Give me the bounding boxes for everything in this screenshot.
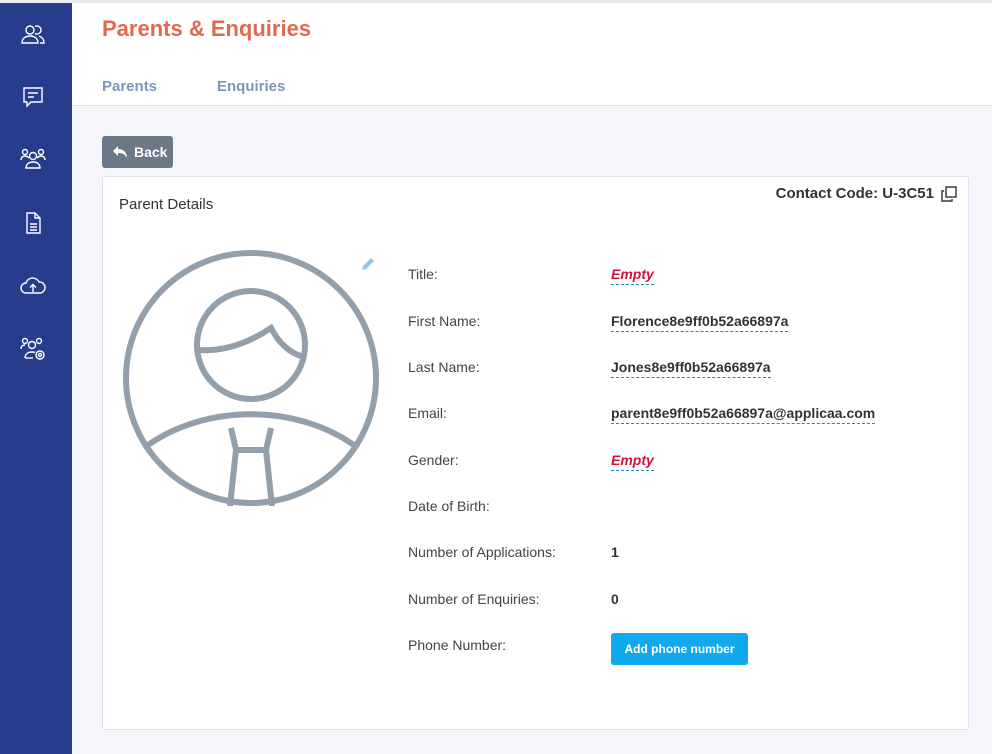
field-value-applications: 1 xyxy=(611,544,619,560)
field-label-applications: Number of Applications: xyxy=(408,544,556,560)
sidebar-item-messages[interactable] xyxy=(18,82,48,112)
back-button[interactable]: Back xyxy=(102,136,173,168)
sidebar-item-upload[interactable] xyxy=(18,271,48,301)
sidebar-item-contacts[interactable] xyxy=(18,20,48,50)
pencil-icon[interactable] xyxy=(359,255,377,273)
tab-enquiries[interactable]: Enquiries xyxy=(217,78,285,95)
page-header: Parents & Enquiries Parents Enquiries xyxy=(72,0,992,106)
field-value-last-name[interactable]: Jones8e9ff0b52a66897a xyxy=(611,359,771,378)
parent-details-card: Parent Details Contact Code: U-3C51 Titl… xyxy=(102,176,969,730)
reply-arrow-icon xyxy=(113,146,127,158)
sidebar xyxy=(0,0,72,754)
user-settings-icon xyxy=(20,337,45,360)
sidebar-item-groups[interactable] xyxy=(18,144,48,174)
copy-icon[interactable] xyxy=(940,185,958,203)
field-value-first-name[interactable]: Florence8e9ff0b52a66897a xyxy=(611,313,789,332)
contacts-icon xyxy=(21,25,45,44)
card-title: Parent Details xyxy=(119,196,214,213)
field-value-email[interactable]: parent8e9ff0b52a66897a@applicaa.com xyxy=(611,405,876,424)
field-label-first-name: First Name: xyxy=(408,313,481,329)
field-label-phone: Phone Number: xyxy=(408,637,507,653)
field-value-enquiries: 0 xyxy=(611,591,619,607)
contact-code: Contact Code: U-3C51 xyxy=(775,185,934,202)
field-label-enquiries: Number of Enquiries: xyxy=(408,591,540,607)
field-label-last-name: Last Name: xyxy=(408,359,480,375)
sidebar-top-divider xyxy=(0,0,72,3)
sidebar-item-documents[interactable] xyxy=(18,208,48,238)
field-value-title[interactable]: Empty xyxy=(611,266,654,285)
field-label-gender: Gender: xyxy=(408,452,459,468)
add-phone-number-button[interactable]: Add phone number xyxy=(611,633,748,665)
sidebar-item-user-settings[interactable] xyxy=(18,334,48,364)
document-icon xyxy=(26,212,41,234)
cloud-upload-icon xyxy=(20,277,46,294)
back-button-label: Back xyxy=(134,144,168,160)
avatar xyxy=(123,250,379,506)
field-value-gender[interactable]: Empty xyxy=(611,452,654,471)
field-label-title: Title: xyxy=(408,266,438,282)
group-icon xyxy=(20,148,46,169)
message-icon xyxy=(23,87,43,108)
tab-parents[interactable]: Parents xyxy=(102,78,157,95)
field-label-email: Email: xyxy=(408,405,447,421)
field-label-date-of-birth: Date of Birth: xyxy=(408,498,490,514)
page-title: Parents & Enquiries xyxy=(102,16,312,41)
